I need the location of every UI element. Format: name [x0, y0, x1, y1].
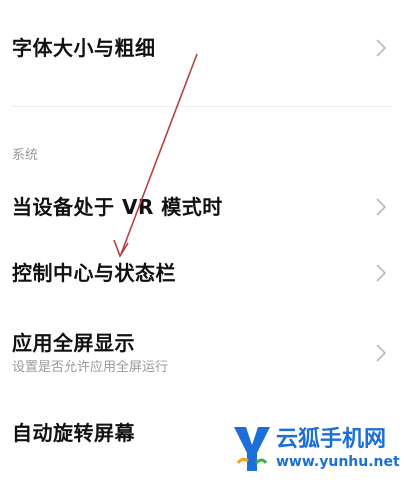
row-text: 当设备处于 VR 模式时: [12, 194, 223, 220]
watermark-title: 云狐手机网: [276, 427, 387, 452]
settings-item-font-size[interactable]: 字体大小与粗细: [0, 20, 404, 76]
chevron-right-icon: [372, 342, 390, 364]
section-header-system: 系统: [12, 148, 39, 163]
row-text: 字体大小与粗细: [12, 35, 156, 61]
settings-item-label: 当设备处于 VR 模式时: [12, 195, 223, 219]
settings-item-label: 字体大小与粗细: [12, 36, 156, 60]
settings-item-label: 应用全屏显示: [12, 331, 135, 355]
settings-item-control-center[interactable]: 控制中心与状态栏: [0, 246, 404, 300]
watermark: 云狐手机网 www.yunhu.net: [232, 419, 400, 479]
settings-item-label: 自动旋转屏幕: [12, 421, 135, 445]
watermark-text: 云狐手机网 www.yunhu.net: [276, 427, 400, 471]
settings-item-label: 控制中心与状态栏: [12, 261, 176, 285]
chevron-right-icon: [372, 37, 390, 59]
chevron-right-icon: [372, 262, 390, 284]
settings-screen: 字体大小与粗细 系统 当设备处于 VR 模式时 控制中心与状态栏 应用全屏显示 …: [0, 0, 404, 483]
watermark-url: www.yunhu.net: [276, 454, 400, 470]
row-text: 控制中心与状态栏: [12, 260, 176, 286]
row-text: 自动旋转屏幕: [12, 420, 135, 446]
settings-item-description: 设置是否允许应用全屏运行: [12, 360, 169, 375]
row-text: 应用全屏显示 设置是否允许应用全屏运行: [12, 330, 168, 376]
yunhu-logo-icon: [234, 427, 270, 471]
settings-item-vr-mode[interactable]: 当设备处于 VR 模式时: [0, 180, 404, 234]
chevron-right-icon: [372, 196, 390, 218]
settings-item-fullscreen[interactable]: 应用全屏显示 设置是否允许应用全屏运行: [0, 318, 404, 388]
divider: [12, 106, 392, 107]
